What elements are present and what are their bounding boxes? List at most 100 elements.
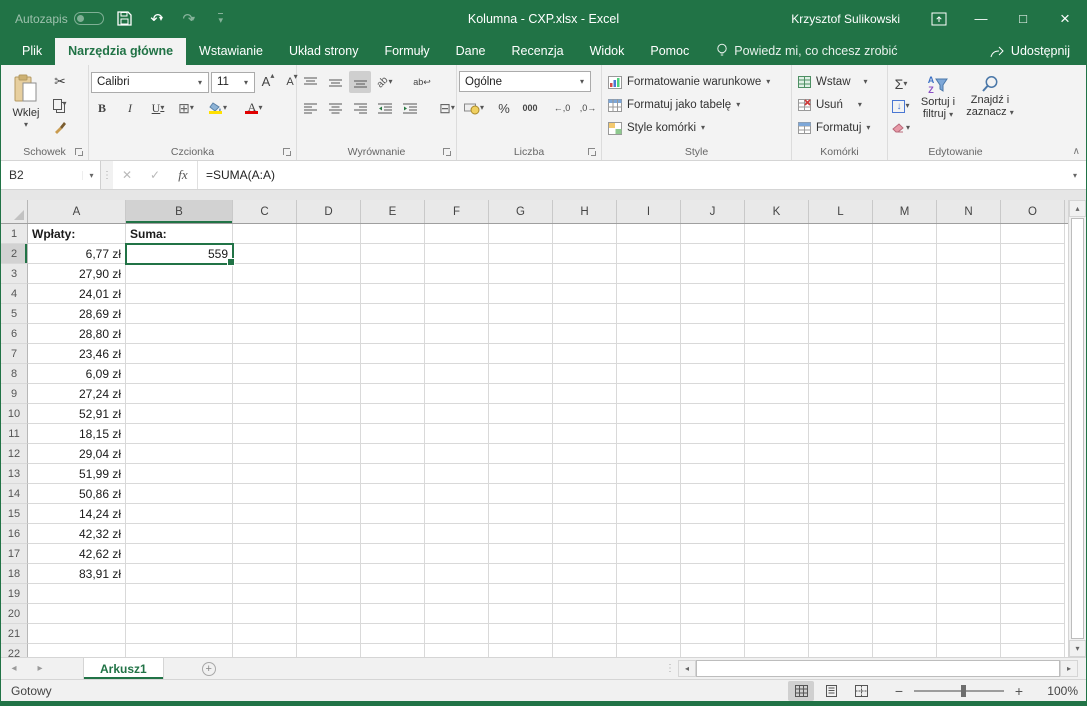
dialog-launcher-schowek[interactable] — [74, 147, 84, 157]
cell-D20[interactable] — [297, 604, 361, 624]
cell-G12[interactable] — [489, 444, 553, 464]
row-header-19[interactable]: 19 — [1, 584, 28, 604]
cell-M19[interactable] — [873, 584, 937, 604]
column-header-L[interactable]: L — [809, 200, 873, 223]
cell-E17[interactable] — [361, 544, 425, 564]
cell-C5[interactable] — [233, 304, 297, 324]
cell-H8[interactable] — [553, 364, 617, 384]
cell-O8[interactable] — [1001, 364, 1065, 384]
cell-F7[interactable] — [425, 344, 489, 364]
cell-J21[interactable] — [681, 624, 745, 644]
cell-I9[interactable] — [617, 384, 681, 404]
cell-J3[interactable] — [681, 264, 745, 284]
tab-wstawianie[interactable]: Wstawianie — [186, 38, 276, 65]
insert-function-button[interactable]: fx — [169, 167, 197, 183]
cell-K5[interactable] — [745, 304, 809, 324]
cell-L4[interactable] — [809, 284, 873, 304]
cell-L2[interactable] — [809, 244, 873, 264]
formula-input[interactable]: =SUMA(A:A) — [198, 161, 1064, 189]
cell-H7[interactable] — [553, 344, 617, 364]
cell-E21[interactable] — [361, 624, 425, 644]
cell-K11[interactable] — [745, 424, 809, 444]
cell-M7[interactable] — [873, 344, 937, 364]
cell-I20[interactable] — [617, 604, 681, 624]
cell-F9[interactable] — [425, 384, 489, 404]
cell-J22[interactable] — [681, 644, 745, 657]
cell-C16[interactable] — [233, 524, 297, 544]
cell-J9[interactable] — [681, 384, 745, 404]
cell-H22[interactable] — [553, 644, 617, 657]
cell-D12[interactable] — [297, 444, 361, 464]
cell-D4[interactable] — [297, 284, 361, 304]
cell-F15[interactable] — [425, 504, 489, 524]
cell-K16[interactable] — [745, 524, 809, 544]
cell-G2[interactable] — [489, 244, 553, 264]
cell-A17[interactable]: 42,62 zł — [28, 544, 126, 564]
cell-O20[interactable] — [1001, 604, 1065, 624]
cell-B7[interactable] — [126, 344, 233, 364]
cell-I15[interactable] — [617, 504, 681, 524]
cell-D17[interactable] — [297, 544, 361, 564]
cell-B4[interactable] — [126, 284, 233, 304]
cell-B1[interactable]: Suma: — [126, 224, 233, 244]
cell-D10[interactable] — [297, 404, 361, 424]
formula-bar-expand-button[interactable]: ▾ — [1064, 161, 1086, 189]
zoom-slider-thumb[interactable] — [961, 685, 966, 697]
cell-J6[interactable] — [681, 324, 745, 344]
cell-N11[interactable] — [937, 424, 1001, 444]
cell-K12[interactable] — [745, 444, 809, 464]
undo-button[interactable]: ↶▾ — [146, 8, 168, 30]
cell-D15[interactable] — [297, 504, 361, 524]
cell-G21[interactable] — [489, 624, 553, 644]
cell-H13[interactable] — [553, 464, 617, 484]
vertical-scroll-thumb[interactable] — [1071, 218, 1084, 639]
cell-J8[interactable] — [681, 364, 745, 384]
cell-J5[interactable] — [681, 304, 745, 324]
column-header-O[interactable]: O — [1001, 200, 1065, 223]
cell-N9[interactable] — [937, 384, 1001, 404]
cell-H14[interactable] — [553, 484, 617, 504]
cell-O13[interactable] — [1001, 464, 1065, 484]
cell-I8[interactable] — [617, 364, 681, 384]
enter-button[interactable]: ✓ — [141, 168, 169, 182]
row-header-4[interactable]: 4 — [1, 284, 28, 304]
cell-N13[interactable] — [937, 464, 1001, 484]
cell-F12[interactable] — [425, 444, 489, 464]
cell-N1[interactable] — [937, 224, 1001, 244]
cell-O17[interactable] — [1001, 544, 1065, 564]
cell-D3[interactable] — [297, 264, 361, 284]
cell-C19[interactable] — [233, 584, 297, 604]
cell-E1[interactable] — [361, 224, 425, 244]
cell-B13[interactable] — [126, 464, 233, 484]
cell-L1[interactable] — [809, 224, 873, 244]
cell-K15[interactable] — [745, 504, 809, 524]
format-as-table-button[interactable]: Formatuj jako tabelę▾ — [604, 94, 744, 116]
column-header-C[interactable]: C — [233, 200, 297, 223]
cell-C9[interactable] — [233, 384, 297, 404]
align-right-button[interactable] — [349, 97, 371, 119]
row-header-16[interactable]: 16 — [1, 524, 28, 544]
row-header-6[interactable]: 6 — [1, 324, 28, 344]
cell-G11[interactable] — [489, 424, 553, 444]
autosave-toggle[interactable]: Autozapis — [15, 12, 104, 26]
cell-H21[interactable] — [553, 624, 617, 644]
increase-decimal-button[interactable]: ←,0 — [551, 97, 573, 119]
tab-recenzja[interactable]: Recenzja — [499, 38, 577, 65]
column-header-A[interactable]: A — [28, 200, 126, 223]
cell-D11[interactable] — [297, 424, 361, 444]
tab-plik[interactable]: Plik — [9, 38, 55, 65]
cell-E14[interactable] — [361, 484, 425, 504]
bold-button[interactable]: B — [91, 97, 113, 119]
row-header-21[interactable]: 21 — [1, 624, 28, 644]
cell-M2[interactable] — [873, 244, 937, 264]
cell-J13[interactable] — [681, 464, 745, 484]
cell-K2[interactable] — [745, 244, 809, 264]
cell-L14[interactable] — [809, 484, 873, 504]
cell-J20[interactable] — [681, 604, 745, 624]
cell-F20[interactable] — [425, 604, 489, 624]
cell-M13[interactable] — [873, 464, 937, 484]
cell-J11[interactable] — [681, 424, 745, 444]
zoom-slider[interactable] — [914, 690, 1004, 692]
cell-H6[interactable] — [553, 324, 617, 344]
cell-O1[interactable] — [1001, 224, 1065, 244]
